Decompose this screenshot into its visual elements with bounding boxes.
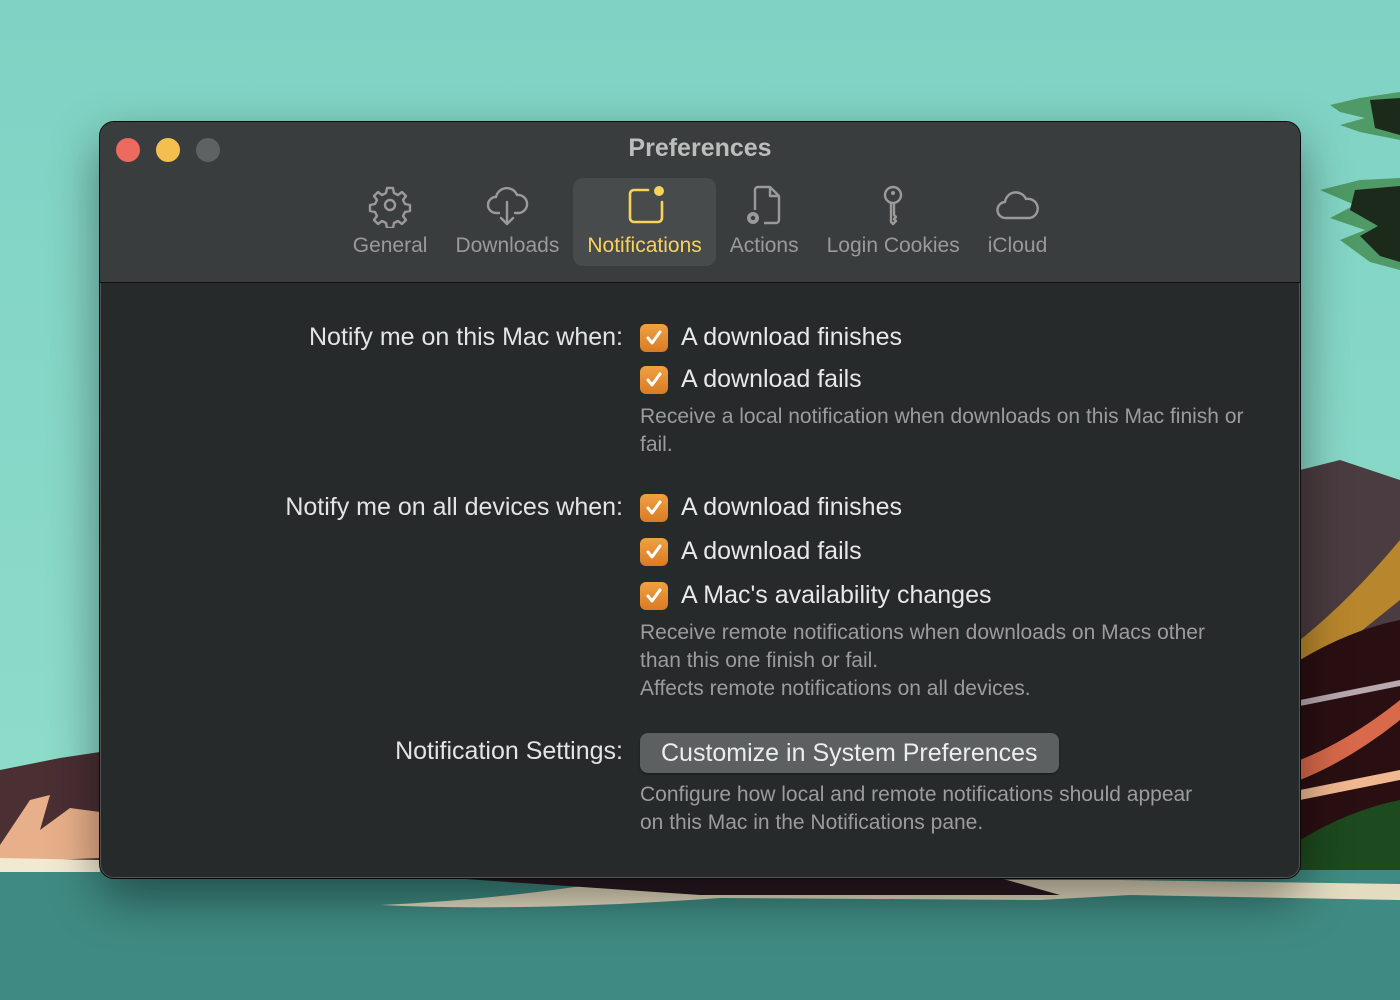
checkmark-icon	[646, 544, 662, 558]
remote-download-fails-checkbox[interactable]: A download fails	[640, 537, 862, 566]
remote-availability-changes-checkbox[interactable]: A Mac's availability changes	[640, 581, 992, 610]
checkbox[interactable]	[640, 493, 668, 522]
remote-description: Receive remote notifications when downlo…	[640, 621, 1205, 672]
wallpaper-shore-left	[0, 858, 100, 872]
tab-general[interactable]: General	[339, 178, 442, 266]
notifications-pane: Notify me on this Mac when: A download f…	[100, 283, 1300, 878]
tab-label: General	[352, 234, 428, 257]
tab-label: Notifications	[587, 234, 702, 257]
tab-notifications[interactable]: Notifications	[573, 178, 716, 266]
cloud-icon	[996, 191, 1040, 220]
titlebar: Preferences General Downloads Notificati…	[100, 122, 1300, 283]
checkmark-icon	[646, 330, 662, 344]
document-gear-icon	[747, 185, 781, 225]
checkbox-label: A download finishes	[681, 323, 902, 351]
local-download-finishes-checkbox[interactable]: A download finishes	[640, 323, 902, 352]
tab-label: iCloud	[987, 234, 1048, 257]
tab-icloud[interactable]: iCloud	[974, 178, 1062, 266]
customize-in-system-preferences-button[interactable]: Customize in System Preferences	[640, 733, 1059, 773]
remote-notify-label: Notify me on all devices when:	[285, 493, 623, 521]
tab-login-cookies[interactable]: Login Cookies	[813, 178, 974, 266]
local-download-fails-checkbox[interactable]: A download fails	[640, 365, 862, 394]
checkmark-icon	[646, 588, 662, 602]
local-notify-label: Notify me on this Mac when:	[308, 323, 623, 351]
local-description: Receive a local notification when downlo…	[640, 405, 1244, 456]
notification-settings-label: Notification Settings:	[395, 737, 623, 765]
checkbox-label: A Mac's availability changes	[681, 581, 992, 609]
key-icon	[883, 185, 903, 226]
preferences-toolbar: General Downloads Notifications Actions …	[100, 178, 1300, 266]
checkbox-label: A download finishes	[681, 493, 902, 521]
remote-description-note: Affects remote notifications on all devi…	[640, 677, 1031, 700]
gear-icon	[368, 186, 412, 228]
checkbox[interactable]	[640, 323, 668, 352]
tab-downloads[interactable]: Downloads	[441, 178, 573, 266]
checkmark-icon	[646, 500, 662, 514]
notification-badge-icon	[628, 186, 664, 224]
checkbox[interactable]	[640, 537, 668, 566]
checkbox-label: A download fails	[681, 365, 862, 393]
checkbox[interactable]	[640, 581, 668, 610]
window-title: Preferences	[628, 134, 772, 162]
tab-label: Login Cookies	[826, 234, 960, 257]
tab-label: Actions	[729, 234, 799, 257]
preferences-window: Preferences General Downloads Notificati…	[100, 122, 1300, 878]
checkbox[interactable]	[640, 365, 668, 394]
tab-label: Downloads	[455, 234, 560, 257]
checkbox-label: A download fails	[681, 537, 862, 565]
tab-actions[interactable]: Actions	[716, 178, 813, 266]
settings-description: Configure how local and remote notificat…	[640, 783, 1193, 834]
cloud-download-icon	[487, 186, 529, 226]
remote-download-finishes-checkbox[interactable]: A download finishes	[640, 493, 902, 522]
checkmark-icon	[646, 372, 662, 386]
